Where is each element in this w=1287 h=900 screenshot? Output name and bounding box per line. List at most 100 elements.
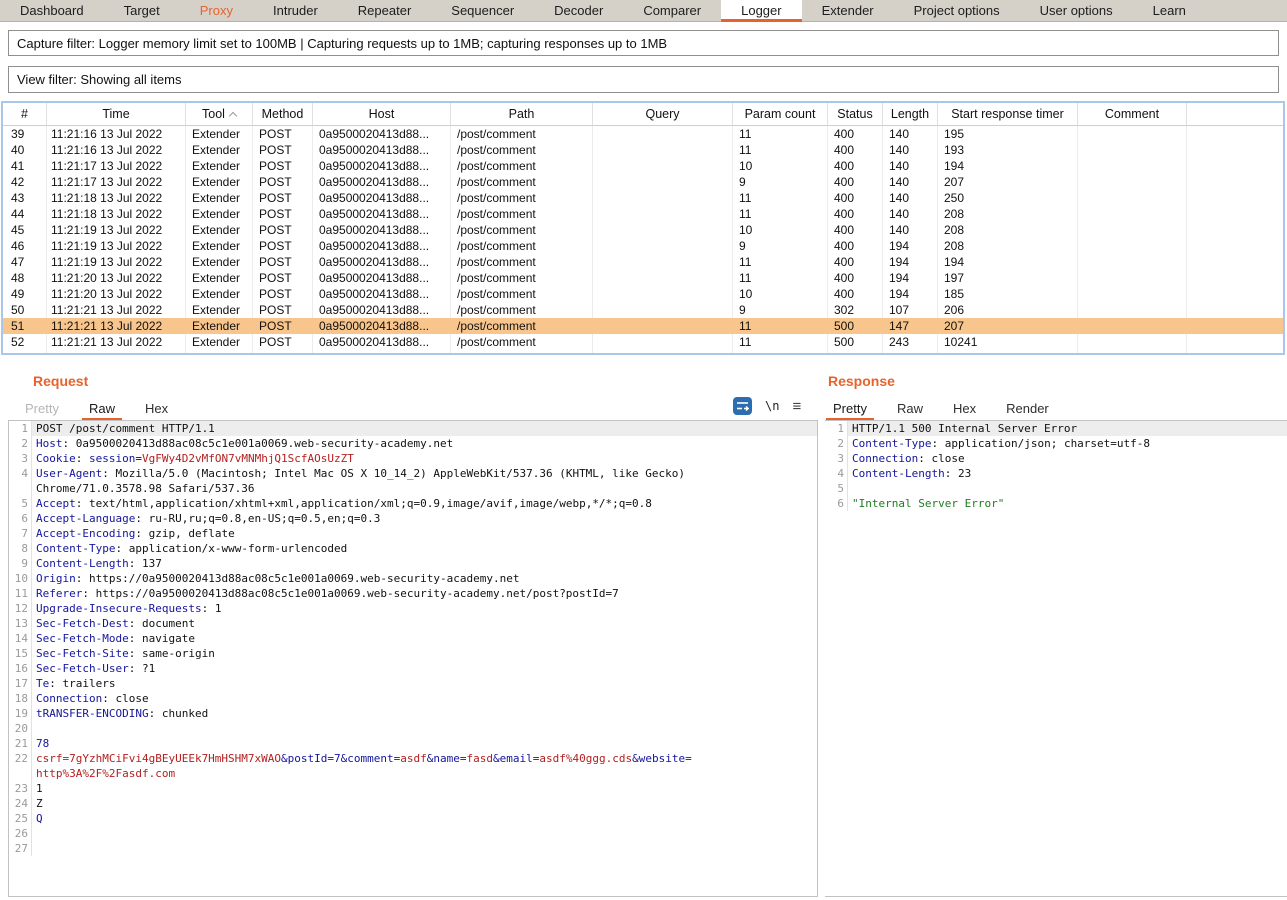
editor-search-icon[interactable]	[733, 397, 752, 415]
column-header-time[interactable]: Time	[47, 103, 186, 125]
view-filter-bar[interactable]: View filter: Showing all items	[8, 66, 1279, 93]
column-header-path[interactable]: Path	[451, 103, 593, 125]
tab-sequencer[interactable]: Sequencer	[431, 0, 534, 21]
table-row[interactable]: 4211:21:17 13 Jul 2022ExtenderPOST0a9500…	[3, 174, 1283, 190]
line-text: User-Agent: Mozilla/5.0 (Macintosh; Inte…	[32, 466, 817, 481]
line-text: Q	[32, 811, 817, 826]
cell-filler	[1187, 222, 1283, 238]
request-panel-title: Request	[33, 373, 88, 389]
response-tab-render[interactable]: Render	[997, 399, 1058, 418]
tab-user-options[interactable]: User options	[1020, 0, 1133, 21]
response-editor[interactable]: 1HTTP/1.1 500 Internal Server Error2Cont…	[825, 420, 1287, 897]
tab-decoder[interactable]: Decoder	[534, 0, 623, 21]
code-line: 17Te: trailers	[9, 676, 817, 691]
cell-num: 41	[3, 158, 47, 174]
newline-toggle-icon[interactable]: \n	[765, 399, 779, 413]
table-row[interactable]: 4511:21:19 13 Jul 2022ExtenderPOST0a9500…	[3, 222, 1283, 238]
column-header-tool[interactable]: Tool	[186, 103, 253, 125]
table-row[interactable]: 5011:21:21 13 Jul 2022ExtenderPOST0a9500…	[3, 302, 1283, 318]
cell-host: 0a9500020413d88...	[313, 142, 451, 158]
table-row[interactable]: 5311:21:22 13 Jul 2022ExtenderPOST0a9500…	[3, 350, 1283, 355]
tab-comparer[interactable]: Comparer	[623, 0, 721, 21]
cell-status: 400	[828, 270, 883, 286]
cell-method: POST	[253, 254, 313, 270]
cell-host: 0a9500020413d88...	[313, 158, 451, 174]
request-editor[interactable]: 1POST /post/comment HTTP/1.12Host: 0a950…	[8, 420, 818, 897]
cell-status: 500	[828, 350, 883, 355]
response-tab-raw[interactable]: Raw	[888, 399, 932, 418]
tab-target[interactable]: Target	[104, 0, 180, 21]
cell-num: 47	[3, 254, 47, 270]
request-tab-hex[interactable]: Hex	[136, 399, 177, 418]
cell-param_count: 11	[733, 126, 828, 142]
column-header-query[interactable]: Query	[593, 103, 733, 125]
cell-time: 11:21:16 13 Jul 2022	[47, 142, 186, 158]
code-line: 2178	[9, 736, 817, 751]
code-line: 20	[9, 721, 817, 736]
cell-length: 140	[883, 206, 938, 222]
response-panel-title: Response	[828, 373, 895, 389]
cell-length: 194	[883, 254, 938, 270]
line-text: Accept-Language: ru-RU,ru;q=0.8,en-US;q=…	[32, 511, 817, 526]
table-row[interactable]: 4911:21:20 13 Jul 2022ExtenderPOST0a9500…	[3, 286, 1283, 302]
code-line: 2Content-Type: application/json; charset…	[825, 436, 1287, 451]
column-header-length[interactable]: Length	[883, 103, 938, 125]
column-header-num[interactable]: #	[3, 103, 47, 125]
table-row[interactable]: 4111:21:17 13 Jul 2022ExtenderPOST0a9500…	[3, 158, 1283, 174]
table-row[interactable]: 4611:21:19 13 Jul 2022ExtenderPOST0a9500…	[3, 238, 1283, 254]
tab-proxy[interactable]: Proxy	[180, 0, 253, 21]
cell-comment	[1078, 302, 1187, 318]
capture-filter-bar[interactable]: Capture filter: Logger memory limit set …	[8, 30, 1279, 56]
table-row[interactable]: 4411:21:18 13 Jul 2022ExtenderPOST0a9500…	[3, 206, 1283, 222]
cell-filler	[1187, 190, 1283, 206]
column-header-param-count[interactable]: Param count	[733, 103, 828, 125]
response-tab-pretty[interactable]: Pretty	[824, 399, 876, 418]
table-row[interactable]: 3911:21:16 13 Jul 2022ExtenderPOST0a9500…	[3, 126, 1283, 142]
line-number: 23	[9, 781, 31, 796]
tab-project-options[interactable]: Project options	[894, 0, 1020, 21]
code-line: 1HTTP/1.1 500 Internal Server Error	[825, 421, 1287, 436]
tab-intruder[interactable]: Intruder	[253, 0, 338, 21]
cell-filler	[1187, 334, 1283, 350]
request-editor-toolbar: \n ≡	[733, 397, 801, 415]
table-row[interactable]: 4811:21:20 13 Jul 2022ExtenderPOST0a9500…	[3, 270, 1283, 286]
request-tab-pretty[interactable]: Pretty	[16, 399, 68, 418]
tab-repeater[interactable]: Repeater	[338, 0, 431, 21]
line-text: Chrome/71.0.3578.98 Safari/537.36	[32, 481, 817, 496]
tab-dashboard[interactable]: Dashboard	[0, 0, 104, 21]
cell-host: 0a9500020413d88...	[313, 334, 451, 350]
column-header-start-response-timer[interactable]: Start response timer	[938, 103, 1078, 125]
response-tab-hex[interactable]: Hex	[944, 399, 985, 418]
cell-filler	[1187, 142, 1283, 158]
line-text: Content-Length: 137	[32, 556, 817, 571]
table-row[interactable]: 5111:21:21 13 Jul 2022ExtenderPOST0a9500…	[3, 318, 1283, 334]
cell-comment	[1078, 238, 1187, 254]
cell-filler	[1187, 302, 1283, 318]
cell-param_count: 9	[733, 174, 828, 190]
line-text: Cookie: session=VgFWy4D2vMfON7vMNMhjQ1Sc…	[32, 451, 817, 466]
tab-extender[interactable]: Extender	[802, 0, 894, 21]
table-row[interactable]: 5211:21:21 13 Jul 2022ExtenderPOST0a9500…	[3, 334, 1283, 350]
table-row[interactable]: 4311:21:18 13 Jul 2022ExtenderPOST0a9500…	[3, 190, 1283, 206]
line-number: 19	[9, 706, 31, 721]
column-header-host[interactable]: Host	[313, 103, 451, 125]
cell-num: 52	[3, 334, 47, 350]
cell-num: 43	[3, 190, 47, 206]
table-row[interactable]: 4011:21:16 13 Jul 2022ExtenderPOST0a9500…	[3, 142, 1283, 158]
column-header-comment[interactable]: Comment	[1078, 103, 1187, 125]
column-header-status[interactable]: Status	[828, 103, 883, 125]
tab-logger[interactable]: Logger	[721, 0, 801, 21]
tab-learn[interactable]: Learn	[1133, 0, 1206, 21]
editor-menu-icon[interactable]: ≡	[792, 398, 801, 415]
cell-comment	[1078, 206, 1187, 222]
response-tabs: Pretty Raw Hex Render	[824, 398, 1070, 418]
main-tab-bar: DashboardTargetProxyIntruderRepeaterSequ…	[0, 0, 1287, 22]
logger-table[interactable]: #TimeToolMethodHostPathQueryParam countS…	[1, 101, 1285, 355]
code-line: http%3A%2F%2Fasdf.com	[9, 766, 817, 781]
cell-query	[593, 142, 733, 158]
cell-path: /post/comment	[451, 334, 593, 350]
column-header-method[interactable]: Method	[253, 103, 313, 125]
table-row[interactable]: 4711:21:19 13 Jul 2022ExtenderPOST0a9500…	[3, 254, 1283, 270]
cell-tool: Extender	[186, 334, 253, 350]
request-tab-raw[interactable]: Raw	[80, 399, 124, 418]
